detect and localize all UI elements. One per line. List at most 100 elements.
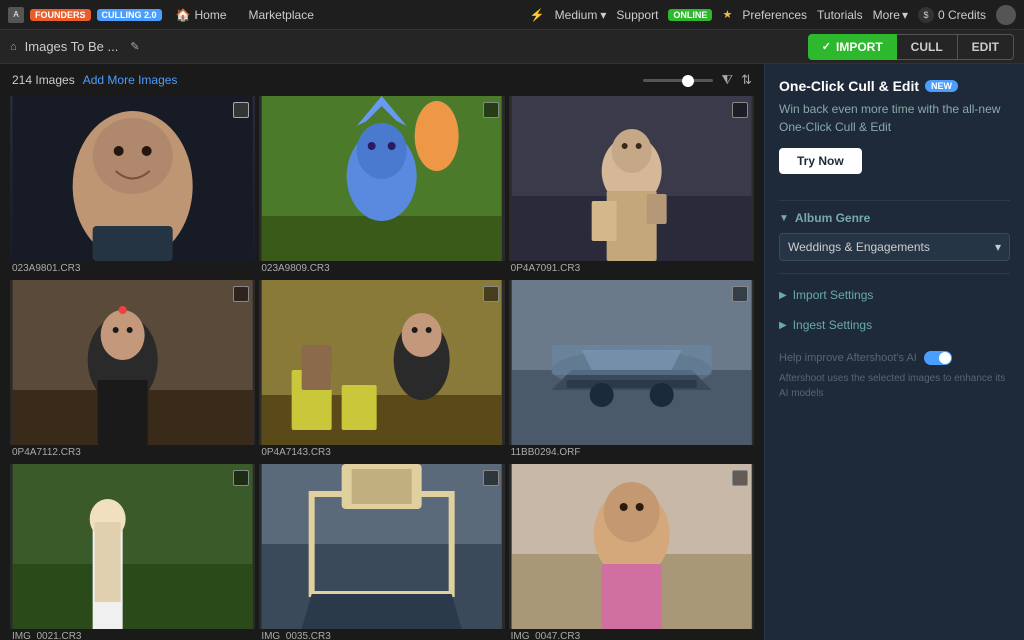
sidebar-divider: [779, 200, 1010, 201]
photo-filename: 11BB0294.ORF: [509, 445, 754, 460]
tutorials-link[interactable]: Tutorials: [817, 8, 863, 22]
breadcrumb-icon: ⌂: [10, 41, 17, 53]
help-toggle[interactable]: [924, 351, 952, 365]
more-label: More: [873, 8, 900, 22]
medium-chevron: ▾: [600, 8, 606, 22]
chevron-down-icon: ▼: [779, 213, 789, 224]
photo-checkbox[interactable]: [483, 102, 499, 118]
photo-checkbox[interactable]: [483, 286, 499, 302]
sidebar-title: One-Click Cull & Edit: [779, 78, 919, 94]
sidebar-divider-2: [779, 273, 1010, 274]
photo-area-header: 214 Images Add More Images ⧨ ⇅: [10, 72, 754, 88]
import-settings-toggle[interactable]: ▶ Import Settings: [779, 284, 1010, 306]
photo-checkbox[interactable]: [483, 470, 499, 486]
help-section: Help improve Aftershoot's AI Aftershoot …: [779, 350, 1010, 401]
online-badge: ONLINE: [668, 9, 712, 21]
list-item[interactable]: IMG_0021.CR3: [10, 464, 255, 640]
more-chevron: ▾: [902, 8, 908, 22]
photo-filename: 023A9809.CR3: [259, 261, 504, 276]
import-button[interactable]: ✓ IMPORT: [808, 34, 897, 60]
album-genre-toggle[interactable]: ▼ Album Genre: [779, 211, 1010, 225]
new-badge: NEW: [925, 80, 958, 92]
right-sidebar: One-Click Cull & Edit NEW Win back even …: [764, 64, 1024, 640]
nav-right-section: ⚡ Medium ▾ Support ONLINE ★ Preferences …: [530, 5, 1016, 25]
photo-checkbox[interactable]: [233, 286, 249, 302]
credits-display[interactable]: $ 0 Credits: [918, 7, 986, 23]
album-genre-section: ▼ Album Genre Weddings & Engagements ▾: [779, 211, 1010, 261]
photo-filename: IMG_0035.CR3: [259, 629, 504, 640]
list-item[interactable]: IMG_0047.CR3: [509, 464, 754, 640]
slider-track: [643, 79, 713, 82]
list-item[interactable]: 023A9809.CR3: [259, 96, 504, 276]
list-item[interactable]: 0P4A7091.CR3: [509, 96, 754, 276]
bolt-icon: ⚡: [530, 8, 545, 22]
user-avatar[interactable]: [996, 5, 1016, 25]
photo-checkbox[interactable]: [233, 470, 249, 486]
photo-area: 214 Images Add More Images ⧨ ⇅: [0, 64, 764, 640]
ingest-settings-section: ▶ Ingest Settings: [779, 314, 1010, 336]
credits-circle-icon: $: [918, 7, 934, 23]
photo-checkbox[interactable]: [233, 102, 249, 118]
help-toggle-knob: [939, 352, 951, 364]
header-controls: ⧨ ⇅: [643, 72, 752, 88]
edit-pencil-icon[interactable]: ✎: [130, 40, 139, 53]
try-now-button[interactable]: Try Now: [779, 148, 862, 174]
medium-selector[interactable]: Medium ▾: [555, 8, 607, 22]
photo-filename: 0P4A7143.CR3: [259, 445, 504, 460]
preferences-link[interactable]: Preferences: [742, 8, 807, 22]
star-icon: ★: [722, 8, 732, 21]
import-settings-section: ▶ Import Settings: [779, 284, 1010, 306]
photo-filename: 0P4A7091.CR3: [509, 261, 754, 276]
list-item[interactable]: 023A9801.CR3: [10, 96, 255, 276]
app-logo: A: [8, 7, 24, 23]
photo-filename: 023A9801.CR3: [10, 261, 255, 276]
genre-select-chevron: ▾: [995, 240, 1001, 254]
home-label: Home: [194, 8, 226, 22]
photo-checkbox[interactable]: [732, 470, 748, 486]
import-label: IMPORT: [836, 40, 883, 54]
import-check-icon: ✓: [822, 40, 831, 53]
chevron-right-icon-2: ▶: [779, 320, 787, 331]
chevron-right-icon: ▶: [779, 290, 787, 301]
size-slider[interactable]: [643, 79, 713, 82]
help-subtext: Aftershoot uses the selected images to e…: [779, 371, 1010, 401]
list-item[interactable]: 11BB0294.ORF: [509, 280, 754, 460]
filter-icon[interactable]: ⧨: [721, 72, 733, 88]
photo-filename: IMG_0047.CR3: [509, 629, 754, 640]
credits-value: 0 Credits: [938, 8, 986, 22]
main-content: 214 Images Add More Images ⧨ ⇅: [0, 64, 1024, 640]
second-nav: ⌂ Images To Be ... ✎ ✓ IMPORT CULL EDIT: [0, 30, 1024, 64]
home-nav-item[interactable]: 🏠 Home: [168, 8, 235, 22]
photo-grid: 023A9801.CR3: [10, 96, 754, 640]
photo-filename: 0P4A7112.CR3: [10, 445, 255, 460]
culling-badge: CULLING 2.0: [97, 9, 162, 21]
founders-badge: FOUNDERS: [30, 9, 91, 21]
ingest-settings-label: Ingest Settings: [793, 318, 872, 332]
sort-icon[interactable]: ⇅: [741, 72, 752, 88]
list-item[interactable]: IMG_0035.CR3: [259, 464, 504, 640]
import-settings-label: Import Settings: [793, 288, 874, 302]
photo-filename: IMG_0021.CR3: [10, 629, 255, 640]
ingest-settings-toggle[interactable]: ▶ Ingest Settings: [779, 314, 1010, 336]
cull-button[interactable]: CULL: [897, 34, 958, 60]
edit-button[interactable]: EDIT: [958, 34, 1014, 60]
home-icon: 🏠: [176, 8, 191, 22]
genre-value: Weddings & Engagements: [788, 240, 930, 254]
more-dropdown[interactable]: More ▾: [873, 8, 908, 22]
help-text-content: Help improve Aftershoot's AI: [779, 352, 917, 364]
photo-checkbox[interactable]: [732, 286, 748, 302]
genre-select[interactable]: Weddings & Engagements ▾: [779, 233, 1010, 261]
top-nav: A FOUNDERS CULLING 2.0 🏠 Home Marketplac…: [0, 0, 1024, 30]
photo-checkbox[interactable]: [732, 102, 748, 118]
support-link[interactable]: Support: [616, 8, 658, 22]
list-item[interactable]: 0P4A7143.CR3: [259, 280, 504, 460]
sidebar-description: Win back even more time with the all-new…: [779, 100, 1010, 136]
marketplace-nav-item[interactable]: Marketplace: [241, 8, 322, 22]
image-count: 214 Images: [12, 73, 75, 87]
sidebar-header: One-Click Cull & Edit NEW: [779, 78, 1010, 94]
action-buttons: ✓ IMPORT CULL EDIT: [808, 34, 1014, 60]
list-item[interactable]: 0P4A7112.CR3: [10, 280, 255, 460]
add-more-images-link[interactable]: Add More Images: [83, 73, 178, 87]
album-genre-label: Album Genre: [795, 211, 870, 225]
slider-thumb[interactable]: [682, 75, 694, 87]
